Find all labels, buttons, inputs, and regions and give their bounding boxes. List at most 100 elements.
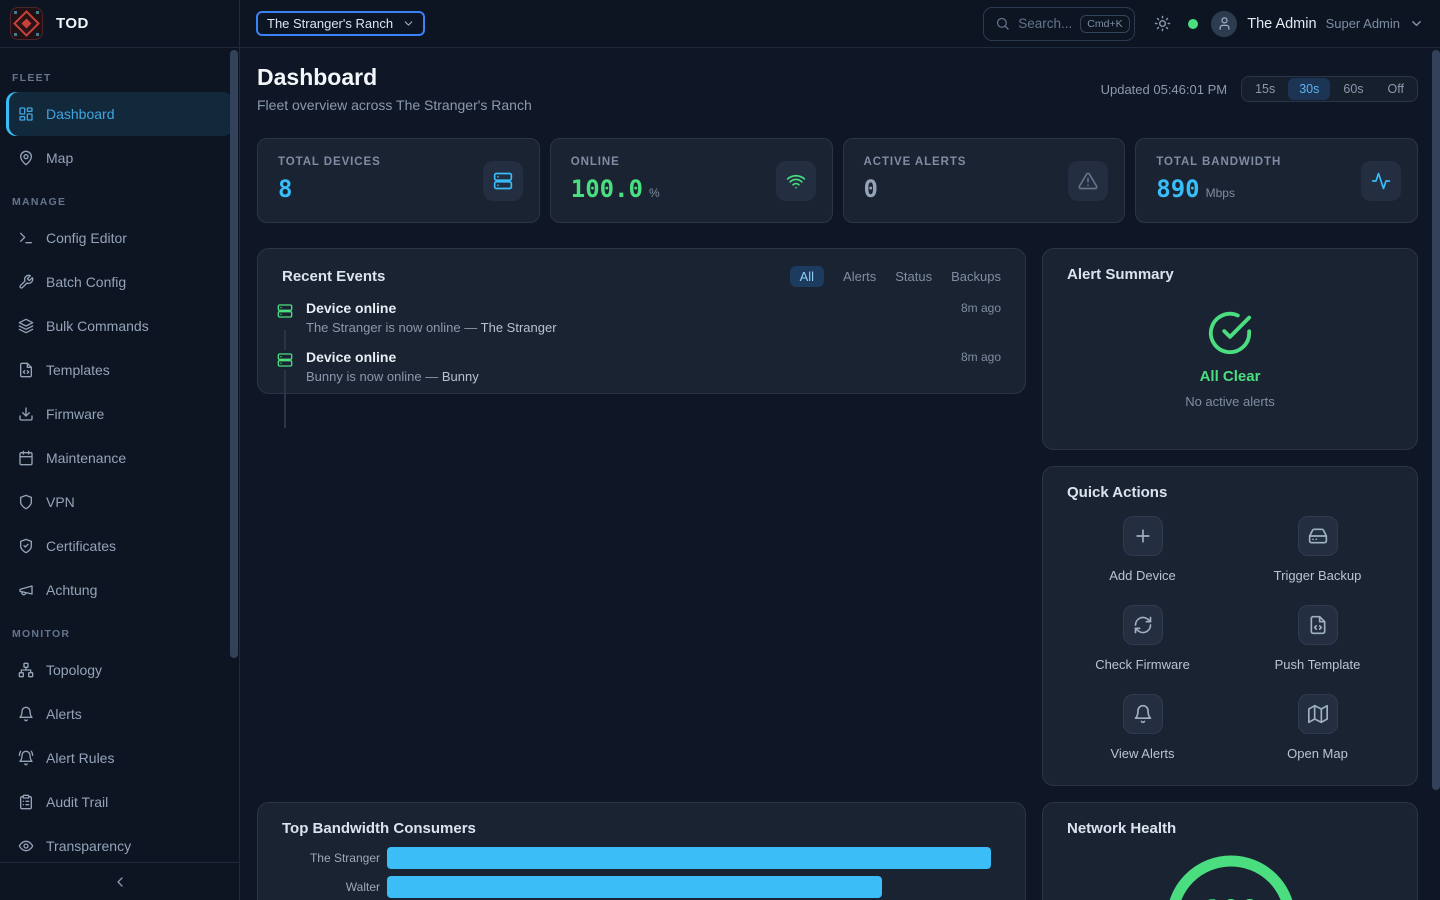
event-time: 8m ago bbox=[961, 350, 1001, 364]
page-subtitle: Fleet overview across The Stranger's Ran… bbox=[257, 97, 532, 113]
event-row[interactable]: Device online 8m ago Bunny is now online… bbox=[258, 349, 1025, 398]
main-scrollbar[interactable] bbox=[1432, 50, 1440, 790]
sidebar-item-label: Alerts bbox=[46, 706, 82, 722]
chevron-down-icon bbox=[1409, 16, 1424, 31]
sidebar-item-vpn[interactable]: VPN bbox=[6, 480, 233, 524]
sidebar-item-certificates[interactable]: Certificates bbox=[6, 524, 233, 568]
sidebar-item-label: Certificates bbox=[46, 538, 116, 554]
refresh-interval-control: 15s 30s 60s Off bbox=[1241, 76, 1418, 102]
sidebar-item-dashboard[interactable]: Dashboard bbox=[6, 92, 233, 136]
calendar-icon bbox=[18, 450, 34, 466]
app-logo-icon bbox=[10, 7, 43, 40]
quick-actions-grid: Add Device Trigger Backup Check Firmware… bbox=[1043, 515, 1417, 782]
open-map-button[interactable]: Open Map bbox=[1230, 693, 1405, 782]
sidebar-item-label: Bulk Commands bbox=[46, 318, 149, 334]
push-template-button[interactable]: Push Template bbox=[1230, 604, 1405, 693]
user-menu-button[interactable] bbox=[1409, 16, 1424, 31]
theme-toggle-button[interactable] bbox=[1154, 15, 1171, 32]
chevron-down-icon bbox=[402, 17, 415, 30]
network-icon bbox=[18, 662, 34, 678]
stat-icon-chip bbox=[1068, 161, 1108, 201]
stat-value: 0 bbox=[864, 175, 878, 203]
add-device-button[interactable]: Add Device bbox=[1055, 515, 1230, 604]
tab-backups[interactable]: Backups bbox=[951, 269, 1001, 284]
map-icon bbox=[1308, 704, 1328, 724]
server-icon bbox=[493, 171, 513, 191]
stat-icon-chip bbox=[776, 161, 816, 201]
bar-label: Walter bbox=[258, 880, 387, 894]
event-description: Bunny is now online — Bunny bbox=[306, 369, 1001, 384]
tab-all[interactable]: All bbox=[790, 266, 824, 287]
stat-value: 890 bbox=[1156, 175, 1199, 203]
sidebar-item-label: Firmware bbox=[46, 406, 104, 422]
tab-alerts[interactable]: Alerts bbox=[843, 269, 876, 284]
server-icon bbox=[277, 301, 293, 321]
sidebar-collapse-button[interactable] bbox=[0, 862, 239, 900]
health-gauge-value: 100 bbox=[1043, 894, 1418, 900]
sidebar-item-bulk-commands[interactable]: Bulk Commands bbox=[6, 304, 233, 348]
tab-status[interactable]: Status bbox=[895, 269, 932, 284]
sidebar-item-maintenance[interactable]: Maintenance bbox=[6, 436, 233, 480]
chevron-left-icon bbox=[112, 874, 128, 890]
bandwidth-chart-panel: Top Bandwidth Consumers The Stranger Wal… bbox=[257, 802, 1026, 900]
sidebar-item-label: Templates bbox=[46, 362, 110, 378]
check-firmware-button[interactable]: Check Firmware bbox=[1055, 604, 1230, 693]
bar-the-stranger bbox=[387, 847, 991, 869]
hard-drive-icon bbox=[1308, 526, 1328, 546]
refresh-icon bbox=[1133, 615, 1153, 635]
sidebar-item-map[interactable]: Map bbox=[6, 136, 233, 180]
sidebar-item-label: Transparency bbox=[46, 838, 131, 854]
server-icon bbox=[277, 350, 293, 370]
refresh-option-15s[interactable]: 15s bbox=[1244, 78, 1286, 100]
avatar[interactable] bbox=[1211, 11, 1237, 37]
sidebar-item-config-editor[interactable]: Config Editor bbox=[6, 216, 233, 260]
main-content: Dashboard Fleet overview across The Stra… bbox=[241, 48, 1440, 900]
alert-status-detail: No active alerts bbox=[1185, 394, 1275, 409]
recent-events-panel: Recent Events All Alerts Status Backups … bbox=[257, 248, 1026, 394]
refresh-option-off[interactable]: Off bbox=[1377, 78, 1415, 100]
stat-suffix: Mbps bbox=[1206, 186, 1235, 200]
topbar-right: Search... Cmd+K The Admin Super Admin bbox=[983, 7, 1440, 41]
sidebar-item-label: Batch Config bbox=[46, 274, 126, 290]
stat-card-total-devices: TOTAL DEVICES 8 bbox=[257, 138, 540, 223]
terminal-icon bbox=[18, 230, 34, 246]
stat-value: 8 bbox=[278, 175, 292, 203]
top-bar: TOD The Stranger's Ranch Search... Cmd+K… bbox=[0, 0, 1440, 48]
sidebar-item-audit-trail[interactable]: Audit Trail bbox=[6, 780, 233, 824]
sidebar-item-topology[interactable]: Topology bbox=[6, 648, 233, 692]
event-row[interactable]: Device online 8m ago The Stranger is now… bbox=[258, 300, 1025, 349]
view-alerts-button[interactable]: View Alerts bbox=[1055, 693, 1230, 782]
stat-icon-chip bbox=[483, 161, 523, 201]
search-placeholder: Search... bbox=[1018, 16, 1072, 31]
sidebar-item-alerts[interactable]: Alerts bbox=[6, 692, 233, 736]
trigger-backup-button[interactable]: Trigger Backup bbox=[1230, 515, 1405, 604]
refresh-option-60s[interactable]: 60s bbox=[1332, 78, 1374, 100]
sidebar-item-batch-config[interactable]: Batch Config bbox=[6, 260, 233, 304]
event-device-name: The Stranger bbox=[481, 320, 557, 335]
brand: TOD bbox=[0, 0, 240, 47]
stat-card-active-alerts: ACTIVE ALERTS 0 bbox=[843, 138, 1126, 223]
sidebar-item-firmware[interactable]: Firmware bbox=[6, 392, 233, 436]
event-title: Device online bbox=[306, 300, 396, 316]
sidebar-nav: FLEET Dashboard Map MANAGE Config Editor… bbox=[0, 48, 239, 862]
sidebar-item-alert-rules[interactable]: Alert Rules bbox=[6, 736, 233, 780]
search-input[interactable]: Search... Cmd+K bbox=[983, 7, 1135, 41]
stat-value: 100.0 bbox=[571, 175, 643, 203]
sidebar-item-templates[interactable]: Templates bbox=[6, 348, 233, 392]
event-description: The Stranger is now online — The Strange… bbox=[306, 320, 1001, 335]
bar-row: Walter bbox=[258, 876, 1025, 898]
bar-walter bbox=[387, 876, 882, 898]
refresh-option-30s[interactable]: 30s bbox=[1288, 78, 1330, 100]
org-select[interactable]: The Stranger's Ranch bbox=[256, 11, 425, 36]
sidebar-item-achtung[interactable]: Achtung bbox=[6, 568, 233, 612]
alert-triangle-icon bbox=[1078, 171, 1098, 191]
panel-title: Quick Actions bbox=[1067, 484, 1167, 501]
sidebar-item-transparency[interactable]: Transparency bbox=[6, 824, 233, 862]
stat-card-online: ONLINE 100.0 % bbox=[550, 138, 833, 223]
sidebar-item-label: Map bbox=[46, 150, 73, 166]
layers-icon bbox=[18, 318, 34, 334]
event-filter-tabs: All Alerts Status Backups bbox=[790, 266, 1001, 287]
panel-title: Recent Events bbox=[282, 268, 385, 285]
wifi-icon bbox=[786, 171, 806, 191]
sidebar-scrollbar[interactable] bbox=[230, 50, 238, 658]
